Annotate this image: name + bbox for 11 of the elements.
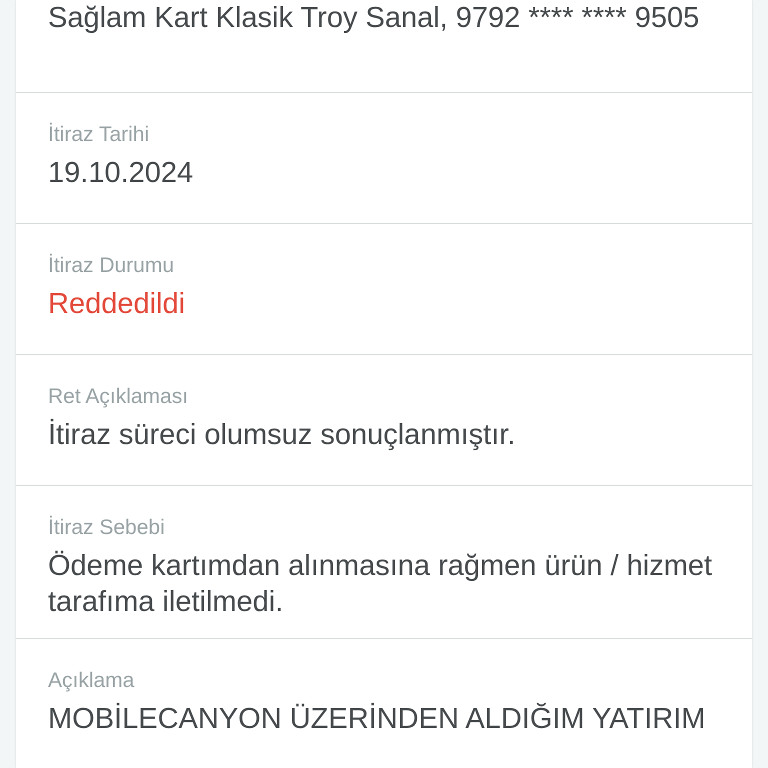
field-value: 19.10.2024: [48, 156, 194, 191]
field-value: Sağlam Kart Klasik Troy Sanal, 9792 **** **** 9505: [48, 1, 700, 36]
field-label: Açıklama: [48, 669, 136, 693]
field-value: Reddedildi: [48, 287, 186, 322]
field-value: Ödeme kartımdan alınmasına rağmen ürün / hizmet tarafıma iletilmedi.: [48, 549, 714, 620]
field-label: İtiraz Sebebi: [48, 516, 166, 540]
field-label: İtiraz Tarihi: [48, 123, 150, 147]
field-label: İtiraz Durumu: [48, 254, 176, 278]
field-value: İtiraz süreci olumsuz sonuçlanmıştır.: [48, 418, 516, 453]
field-value: MOBİLECANYON ÜZERİNDEN ALDIĞIM YATIRIM: [48, 702, 706, 737]
field-label: Ret Açıklaması: [48, 385, 190, 409]
